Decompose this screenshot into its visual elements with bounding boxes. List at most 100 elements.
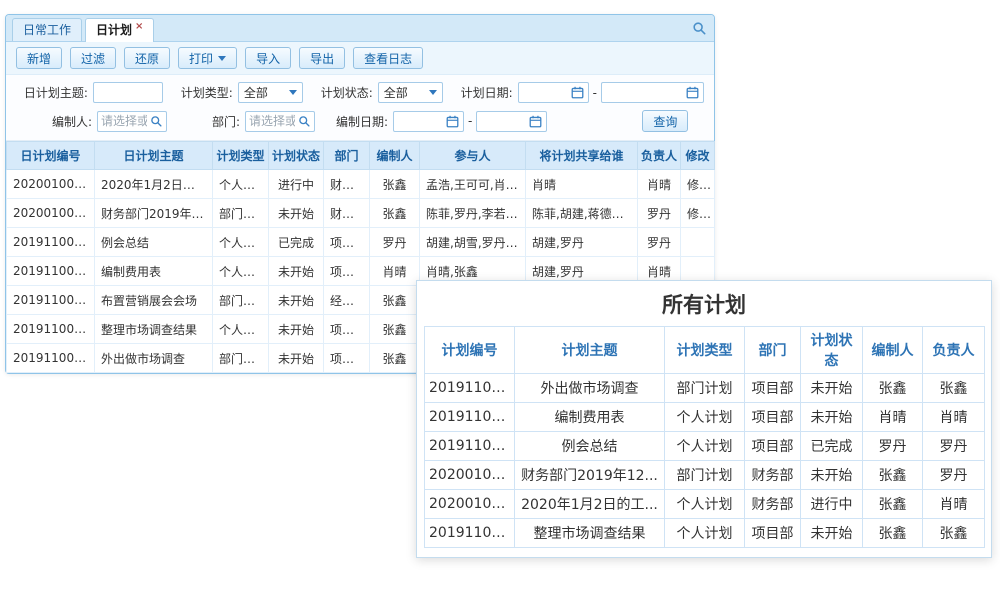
cell-plan-id[interactable]: 2019110005 <box>7 228 95 257</box>
cell-owner: 肖晴 <box>923 403 985 432</box>
calendar-icon[interactable] <box>529 115 542 128</box>
cell-subject: 编制费用表 <box>515 403 665 432</box>
search-icon[interactable] <box>692 21 706 35</box>
column-header[interactable]: 编制人 <box>370 142 420 170</box>
plan-date-from-input[interactable] <box>518 82 589 103</box>
create-date-from-input[interactable] <box>393 111 464 132</box>
cell-plan-id[interactable]: 2019110004 <box>7 257 95 286</box>
cell-type: 个人计划 <box>213 170 269 199</box>
subject-filter-input[interactable] <box>93 82 163 103</box>
cell-subject[interactable]: 整理市场调查结果 <box>95 315 213 344</box>
column-header[interactable]: 负责人 <box>638 142 681 170</box>
cell-dept: 项目部 <box>745 374 801 403</box>
date-input[interactable] <box>602 84 686 101</box>
cell-status: 未开始 <box>269 286 324 315</box>
query-button[interactable]: 查询 <box>642 110 688 132</box>
calendar-icon[interactable] <box>571 86 584 99</box>
cell-plan-id[interactable]: 2019110001 <box>7 344 95 373</box>
cell-creator: 张鑫 <box>370 199 420 228</box>
column-header[interactable]: 计划状态 <box>269 142 324 170</box>
cell-subject[interactable]: 外出做市场调查 <box>95 344 213 373</box>
cell-plan-id[interactable]: 2019110002 <box>7 315 95 344</box>
filter-row-1: 日计划主题: 计划类型: 全部 计划状态: 全部 计划日期: - <box>16 82 704 103</box>
cell-status: 未开始 <box>801 519 863 548</box>
cell-subject[interactable]: 财务部门2019年12月的... <box>95 199 213 228</box>
print-button-label: 打印 <box>189 50 213 67</box>
cell-status: 进行中 <box>269 170 324 199</box>
restore-button[interactable]: 还原 <box>124 47 170 69</box>
calendar-icon[interactable] <box>686 86 699 99</box>
search-icon[interactable] <box>150 115 162 127</box>
cell-modify-link[interactable] <box>681 228 715 257</box>
cell-subject[interactable]: 编制费用表 <box>95 257 213 286</box>
cell-plan-id[interactable]: 2020010002 <box>7 170 95 199</box>
screen: 日常工作 日计划× 新增 过滤 还原 打印 导入 导出 查看日志 日计划主题: <box>0 0 1000 600</box>
cell-dept: 项目部 <box>745 403 801 432</box>
status-select[interactable]: 全部 <box>378 82 443 103</box>
cell-dept: 财务部 <box>745 490 801 519</box>
export-button[interactable]: 导出 <box>299 47 345 69</box>
cell-subject[interactable]: 2020年1月2日的工作日... <box>95 170 213 199</box>
plan-date-to-input[interactable] <box>601 82 704 103</box>
cell-plan-id: 2019110004 <box>425 403 515 432</box>
type-select[interactable]: 全部 <box>238 82 303 103</box>
print-button[interactable]: 打印 <box>178 47 237 69</box>
cell-participants: 胡建,胡雪,罗丹,任晓... <box>420 228 526 257</box>
column-header[interactable]: 参与人 <box>420 142 526 170</box>
cell-creator: 张鑫 <box>863 461 923 490</box>
column-header[interactable]: 日计划编号 <box>7 142 95 170</box>
cell-subject[interactable]: 例会总结 <box>95 228 213 257</box>
date-input[interactable] <box>519 84 571 101</box>
cell-modify-link[interactable]: 修改 <box>681 199 715 228</box>
cell-creator: 张鑫 <box>370 170 420 199</box>
creator-input[interactable] <box>98 113 150 130</box>
import-button[interactable]: 导入 <box>245 47 291 69</box>
cell-owner[interactable]: 肖晴 <box>638 170 681 199</box>
create-date-to-input[interactable] <box>476 111 547 132</box>
cell-owner[interactable]: 罗丹 <box>638 228 681 257</box>
cell-modify-link[interactable]: 修改 <box>681 170 715 199</box>
tab-close-icon[interactable]: × <box>135 21 143 32</box>
column-header[interactable]: 部门 <box>324 142 370 170</box>
tab-daily-work[interactable]: 日常工作 <box>12 18 82 41</box>
cell-dept: 项目部 <box>324 257 370 286</box>
table-row: 2020010001 财务部门2019年12月的... 部门计划 未开始 财务部… <box>7 199 715 228</box>
cell-creator: 张鑫 <box>370 315 420 344</box>
creator-picker-input[interactable] <box>97 111 167 132</box>
cell-plan-id[interactable]: 2019110003 <box>7 286 95 315</box>
dept-picker-input[interactable] <box>245 111 315 132</box>
cell-creator: 罗丹 <box>863 432 923 461</box>
cell-plan-id[interactable]: 2020010001 <box>7 199 95 228</box>
add-button[interactable]: 新增 <box>16 47 62 69</box>
column-header: 计划类型 <box>665 327 745 374</box>
cell-status: 进行中 <box>801 490 863 519</box>
cell-dept: 财务部 <box>324 170 370 199</box>
cell-type: 个人计划 <box>665 490 745 519</box>
date-input[interactable] <box>394 113 446 130</box>
cell-owner[interactable]: 罗丹 <box>638 199 681 228</box>
column-header: 计划编号 <box>425 327 515 374</box>
tab-daily-plan[interactable]: 日计划× <box>85 18 154 42</box>
cell-creator: 张鑫 <box>863 374 923 403</box>
cell-dept: 财务部 <box>745 461 801 490</box>
column-header[interactable]: 将计划共享给谁 <box>526 142 638 170</box>
date-input[interactable] <box>477 113 529 130</box>
column-header[interactable]: 日计划主题 <box>95 142 213 170</box>
view-log-button[interactable]: 查看日志 <box>353 47 423 69</box>
cell-creator: 张鑫 <box>863 490 923 519</box>
cell-type: 部门计划 <box>665 461 745 490</box>
cell-type: 个人计划 <box>213 228 269 257</box>
filter-button[interactable]: 过滤 <box>70 47 116 69</box>
table-header-row: 计划编号计划主题计划类型部门计划状态编制人负责人 <box>425 327 985 374</box>
dept-input[interactable] <box>246 113 298 130</box>
calendar-icon[interactable] <box>446 115 459 128</box>
cell-subject[interactable]: 布置营销展会会场 <box>95 286 213 315</box>
search-icon[interactable] <box>298 115 310 127</box>
cell-status: 未开始 <box>269 257 324 286</box>
cell-share: 胡建,罗丹 <box>526 228 638 257</box>
cell-plan-id: 2019110002 <box>425 519 515 548</box>
column-header[interactable]: 修改 <box>681 142 715 170</box>
tab-bar: 日常工作 日计划× <box>6 15 714 42</box>
cell-participants: 陈菲,罗丹,李若若,罗... <box>420 199 526 228</box>
column-header[interactable]: 计划类型 <box>213 142 269 170</box>
